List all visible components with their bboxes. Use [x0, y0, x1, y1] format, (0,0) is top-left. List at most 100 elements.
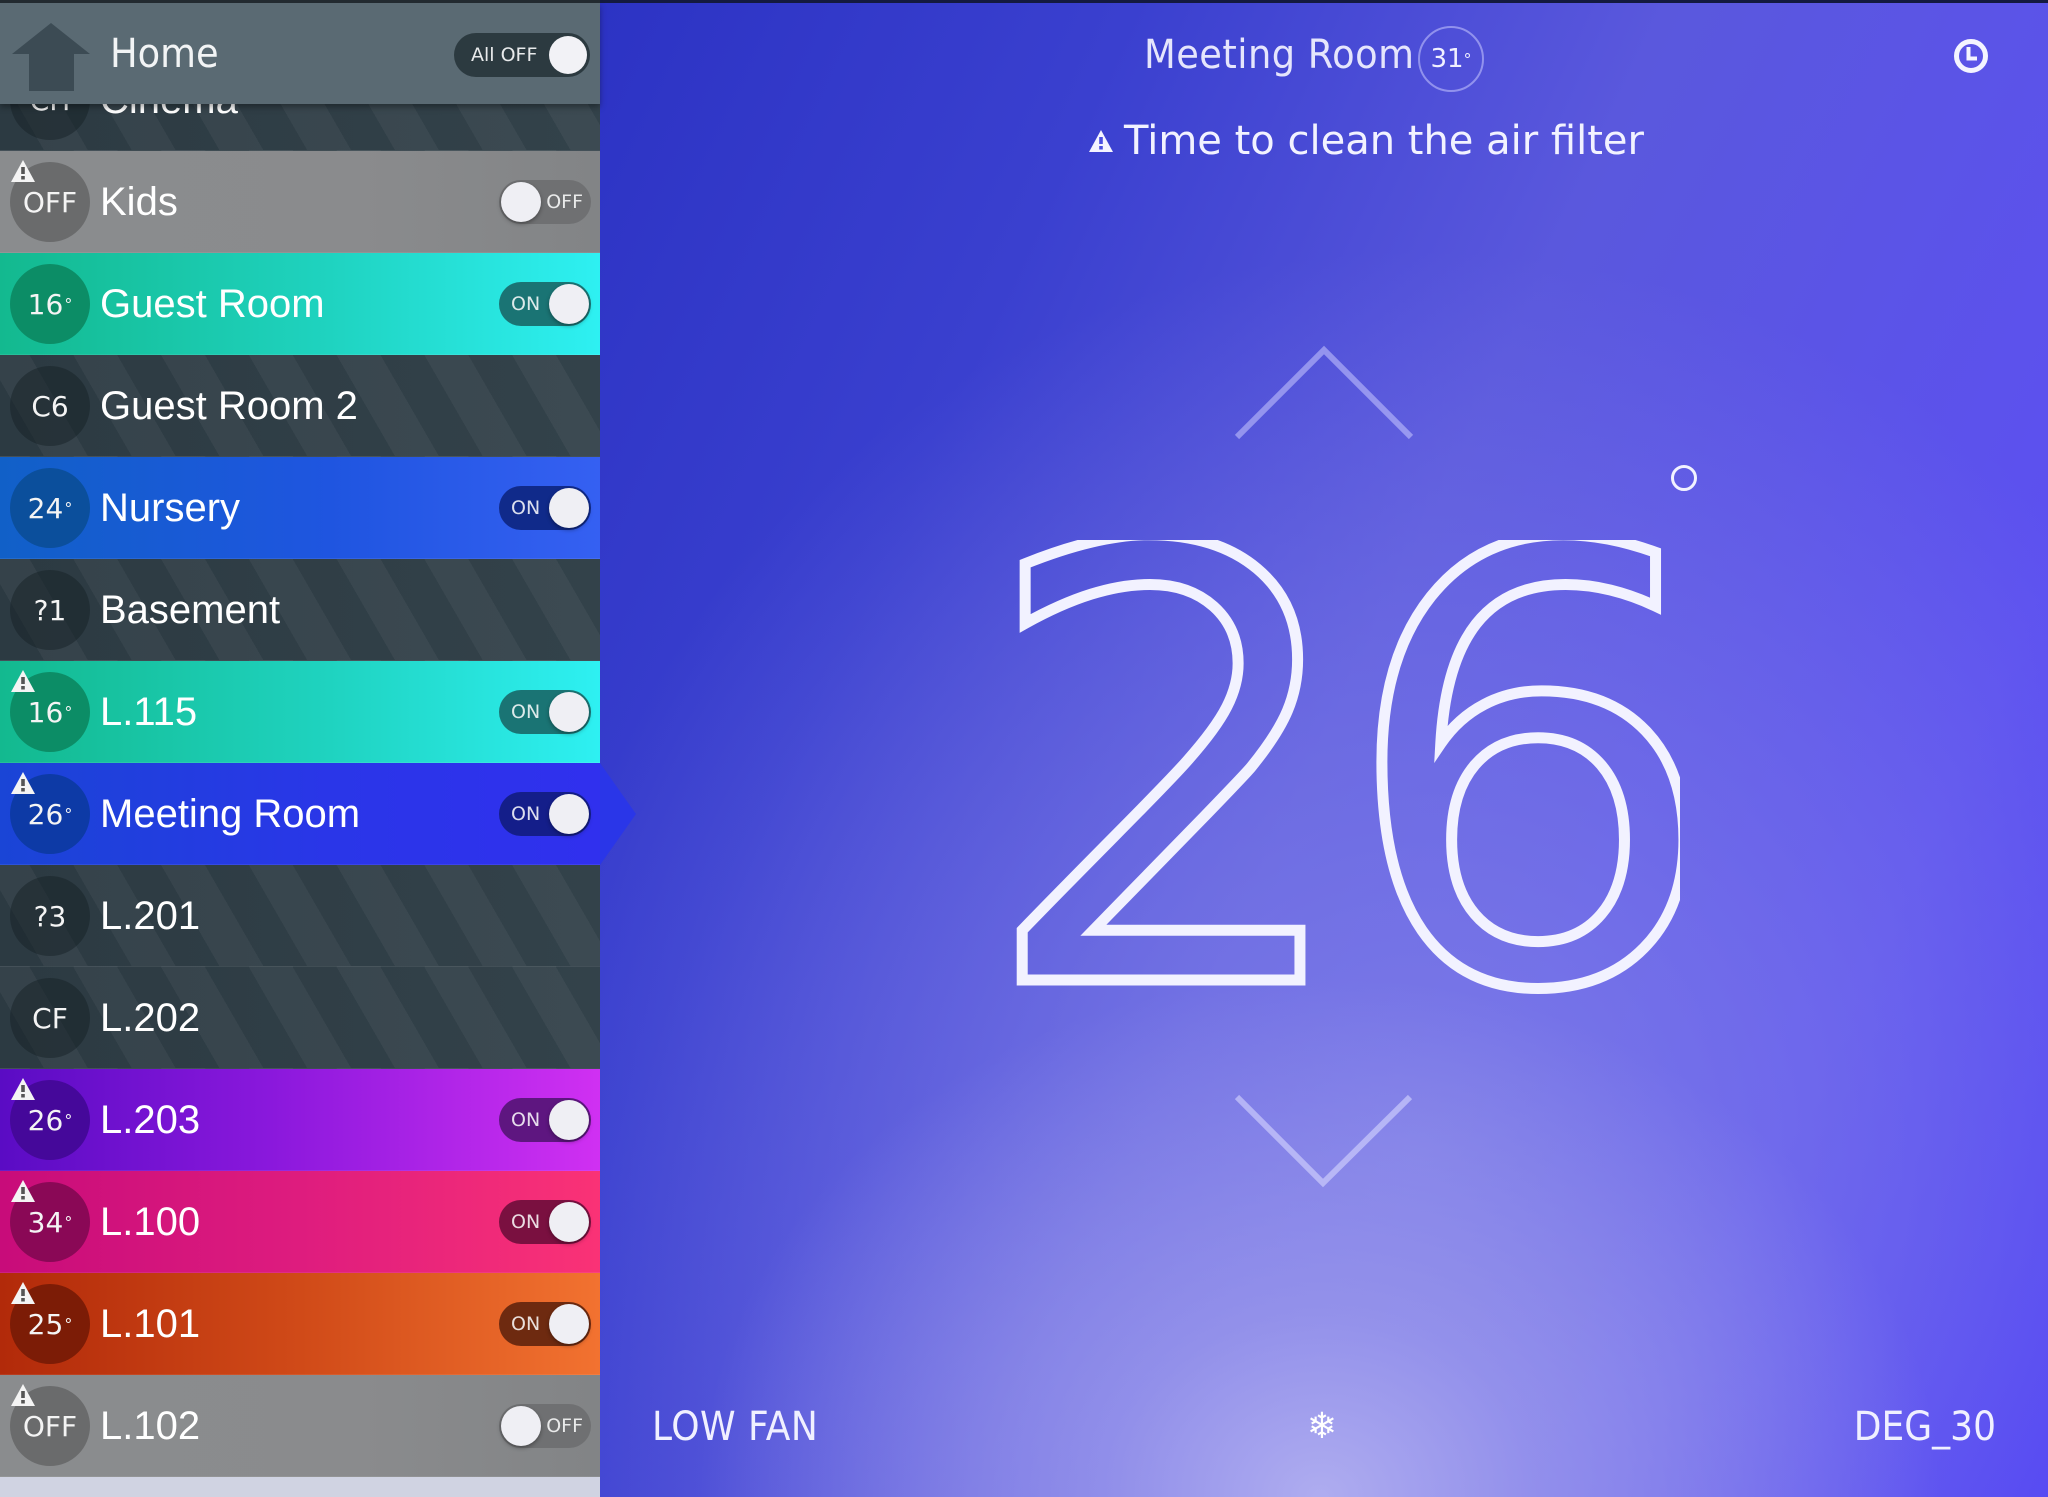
warning-icon: [11, 1384, 35, 1406]
room-row[interactable]: 26 ° Meeting Room ON: [0, 763, 636, 865]
room-row[interactable]: OFF Kids OFF: [0, 151, 600, 253]
room-name: Guest Room 2: [100, 384, 358, 428]
room-row[interactable]: 24 ° Nursery ON: [0, 457, 600, 559]
all-off-toggle[interactable]: All OFF: [454, 33, 590, 77]
toggle-label: OFF: [546, 1415, 583, 1437]
room-power-toggle[interactable]: OFF: [499, 1404, 591, 1448]
degree-sign: °: [64, 1212, 73, 1232]
chevron-down-icon[interactable]: [1230, 1090, 1420, 1200]
warning-icon: [1089, 130, 1113, 152]
toggle-knob: [549, 1100, 589, 1140]
fan-mode-button[interactable]: LOW FAN: [652, 1404, 818, 1450]
toggle-knob: [549, 1202, 589, 1242]
toggle-label: ON: [511, 1109, 541, 1131]
room-power-toggle[interactable]: OFF: [499, 180, 591, 224]
room-list: CHCinemaOFFKidsOFF16°Guest RoomONC6Guest…: [0, 49, 636, 1477]
room-name: Guest Room: [100, 282, 325, 326]
room-name: L.115: [100, 690, 198, 734]
toggle-knob: [549, 36, 587, 74]
clock-icon[interactable]: [1952, 37, 1990, 75]
setpoint-degree-sign: [1671, 465, 1697, 491]
vane-angle-button[interactable]: DEG_30: [1854, 1404, 1996, 1450]
room-list-sidebar: CHCinemaOFFKidsOFF16°Guest RoomONC6Guest…: [0, 0, 636, 1497]
room-power-toggle[interactable]: ON: [499, 1200, 591, 1244]
toggle-knob: [501, 1406, 541, 1446]
room-row[interactable]: OFF L.102 OFF: [0, 1375, 600, 1477]
room-name: Basement: [100, 588, 281, 632]
toggle-knob: [549, 488, 589, 528]
room-name: L.100: [100, 1200, 201, 1244]
chevron-up-icon[interactable]: [1230, 340, 1420, 450]
room-temp-value: 34: [27, 1205, 64, 1239]
room-temp-badge: ?1: [10, 570, 90, 650]
setpoint-value: 26: [1000, 540, 1680, 1000]
degree-sign: °: [1463, 49, 1472, 69]
degree-sign: °: [64, 1314, 73, 1334]
room-row[interactable]: CF L.202: [0, 967, 600, 1069]
top-border: [600, 0, 2048, 3]
room-temp-value: 25: [27, 1307, 64, 1341]
room-title: Meeting Room: [1144, 32, 1415, 78]
degree-sign: °: [64, 804, 73, 824]
room-temp-value: ?3: [33, 899, 67, 933]
snowflake-icon[interactable]: ❄: [1305, 1407, 1339, 1445]
room-power-toggle[interactable]: ON: [499, 792, 591, 836]
room-name: L.203: [100, 1098, 201, 1142]
all-off-label: All OFF: [471, 44, 538, 66]
room-power-toggle[interactable]: ON: [499, 282, 591, 326]
warning-icon: [11, 670, 35, 692]
degree-sign: °: [64, 498, 73, 518]
room-temp-value: ?1: [33, 593, 67, 627]
toggle-knob: [549, 284, 589, 324]
room-row[interactable]: ?3 L.201: [0, 865, 600, 967]
room-temp-value: OFF: [22, 185, 78, 219]
room-temp-badge: 16 °: [10, 264, 90, 344]
toggle-knob: [501, 182, 541, 222]
room-power-toggle[interactable]: ON: [499, 1098, 591, 1142]
room-power-toggle[interactable]: ON: [499, 486, 591, 530]
room-row[interactable]: 34 ° L.100 ON: [0, 1171, 600, 1273]
room-temp-value: 26: [27, 797, 64, 831]
room-temp-badge: CF: [10, 978, 90, 1058]
setpoint-display: 26: [1000, 540, 1680, 1000]
toggle-label: ON: [511, 701, 541, 723]
toggle-label: ON: [511, 293, 541, 315]
sidebar-header: Home All OFF: [0, 0, 600, 104]
degree-sign: °: [64, 294, 73, 314]
room-temp-value: 26: [27, 1103, 64, 1137]
room-row[interactable]: ?1 Basement: [0, 559, 600, 661]
toggle-label: ON: [511, 803, 541, 825]
filter-alert: Time to clean the air filter: [1088, 118, 1644, 164]
alert-text: Time to clean the air filter: [1124, 118, 1644, 164]
room-name: Meeting Room: [100, 792, 361, 836]
room-temp-value: 16: [27, 695, 64, 729]
room-temp-value: C6: [31, 389, 69, 423]
toggle-label: OFF: [546, 191, 583, 213]
room-temp-badge: 24 °: [10, 468, 90, 548]
room-row[interactable]: 26 ° L.203 ON: [0, 1069, 600, 1171]
toggle-label: ON: [511, 1313, 541, 1335]
warning-icon: [11, 1180, 35, 1202]
room-temp-value: 16: [27, 287, 64, 321]
room-row[interactable]: 16 ° L.115 ON: [0, 661, 600, 763]
room-name: L.202: [100, 996, 201, 1040]
room-power-toggle[interactable]: ON: [499, 1302, 591, 1346]
room-row[interactable]: 25 ° L.101 ON: [0, 1273, 600, 1375]
room-name: Kids: [100, 180, 178, 224]
room-row[interactable]: C6 Guest Room 2: [0, 355, 600, 457]
warning-icon: [11, 1078, 35, 1100]
degree-sign: °: [64, 702, 73, 722]
toggle-knob: [549, 794, 589, 834]
degree-sign: °: [64, 1110, 73, 1130]
warning-icon: [11, 160, 35, 182]
home-icon[interactable]: [10, 21, 92, 93]
room-temp-value: OFF: [22, 1409, 78, 1443]
toggle-knob: [549, 692, 589, 732]
room-temp-value: 24: [27, 491, 64, 525]
room-row[interactable]: 16 ° Guest Room ON: [0, 253, 600, 355]
top-border: [0, 0, 600, 3]
warning-icon: [11, 1282, 35, 1304]
home-title: Home: [110, 31, 219, 77]
room-current-temp-value: 31: [1430, 44, 1464, 74]
room-power-toggle[interactable]: ON: [499, 690, 591, 734]
